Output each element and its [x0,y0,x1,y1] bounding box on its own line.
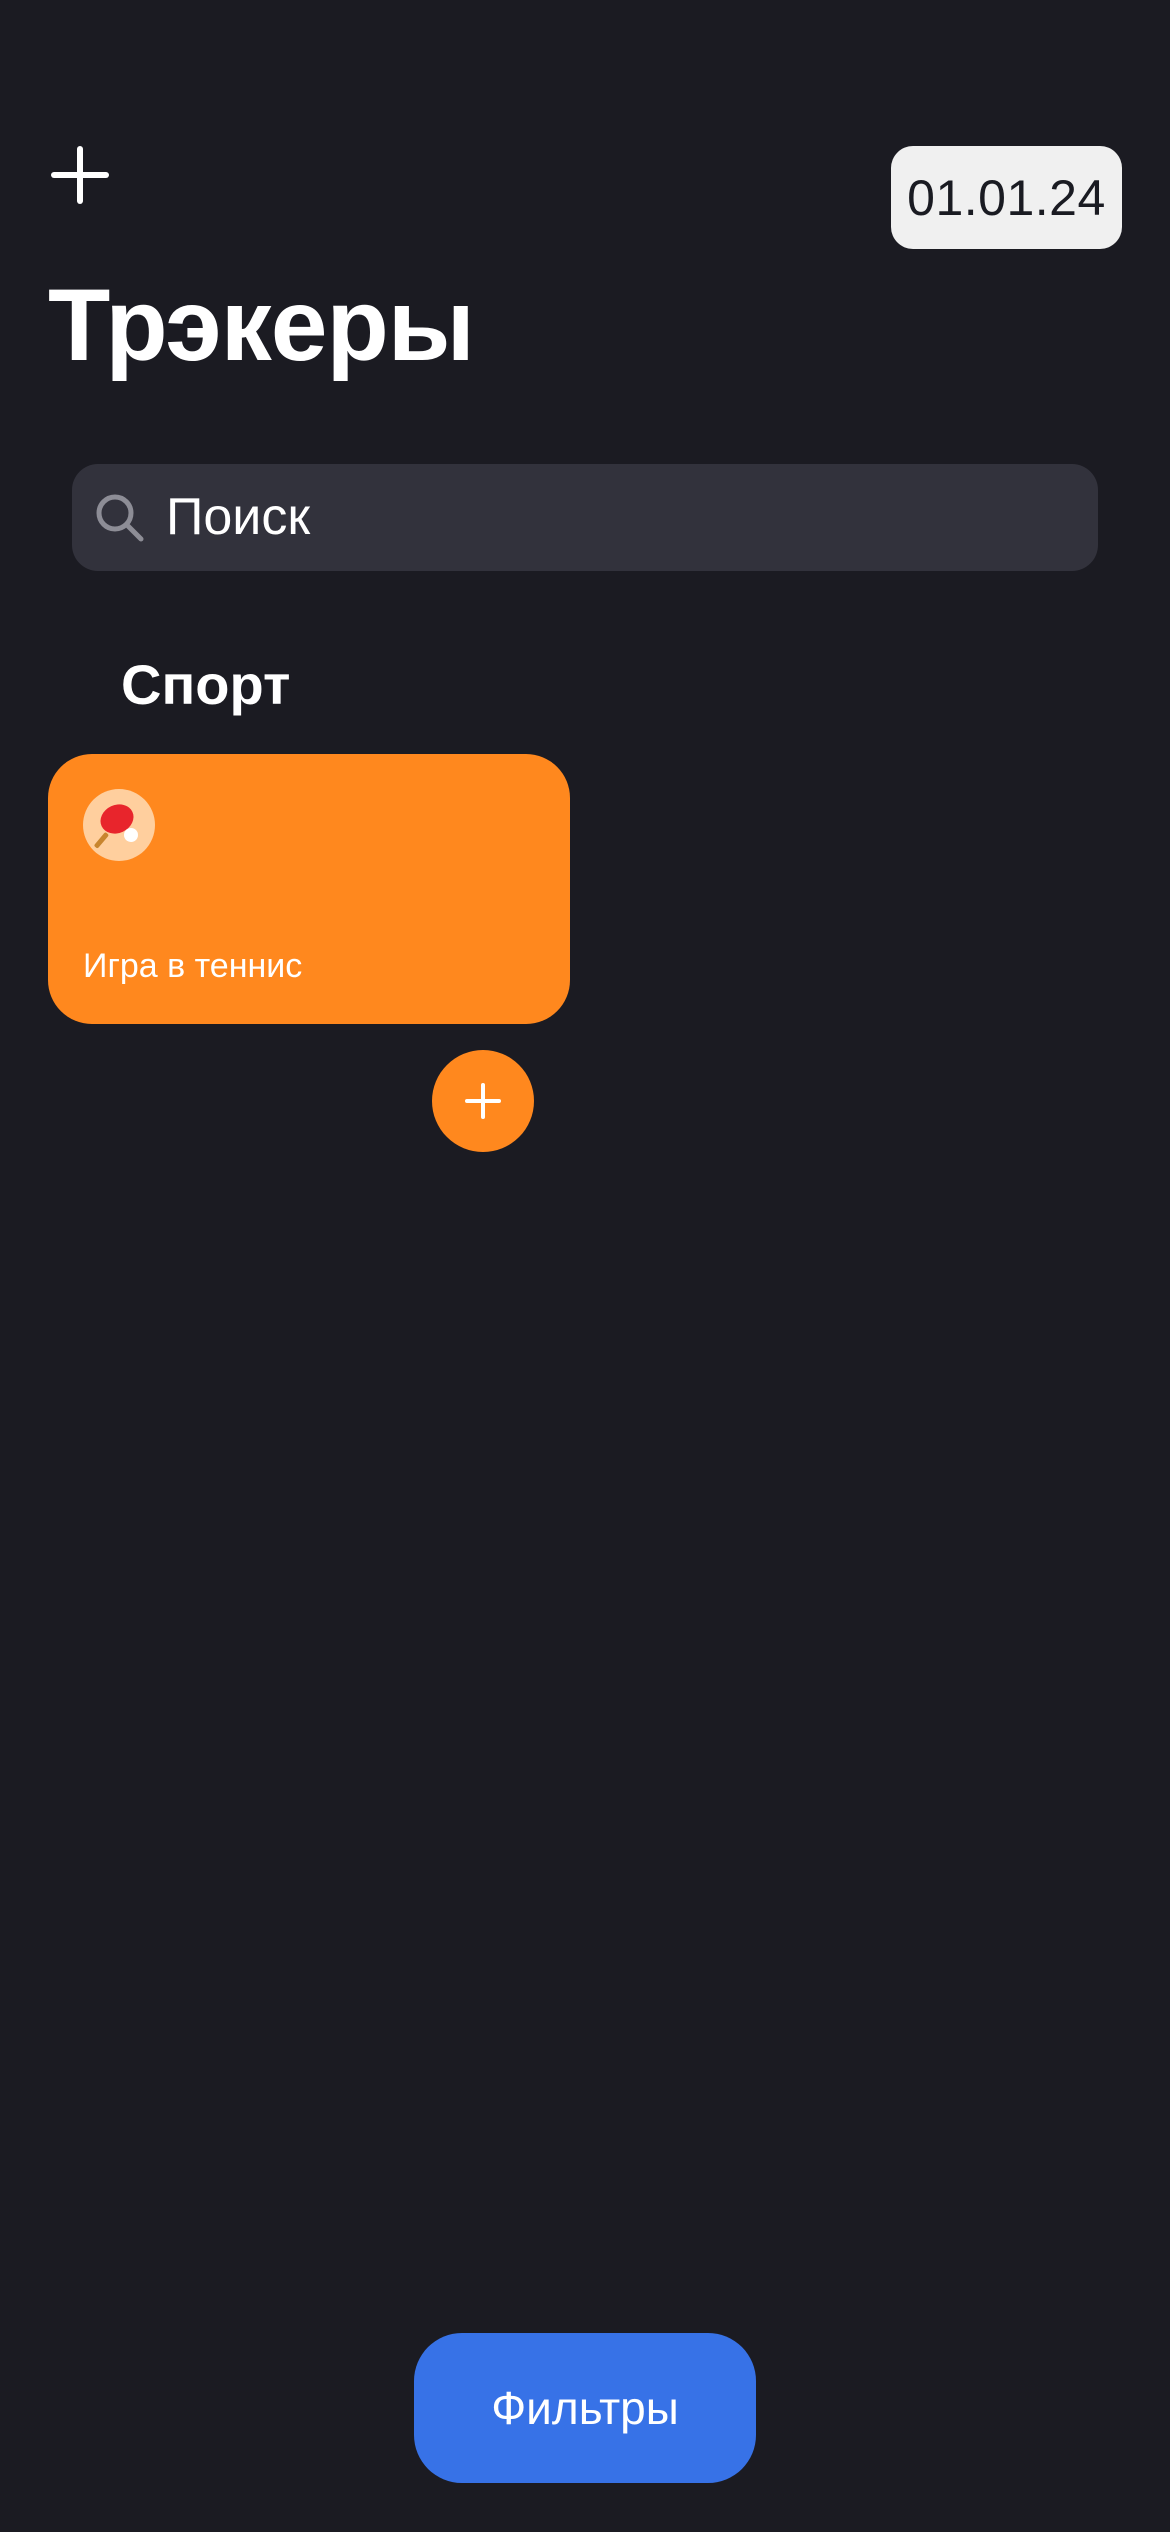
date-picker-button[interactable]: 01.01.24 [891,146,1122,249]
category-title: Спорт [121,653,291,716]
tracker-plus-button[interactable] [432,1050,534,1152]
ping-pong-paddle-icon [94,804,138,849]
date-label: 01.01.24 [907,169,1106,226]
filters-button[interactable]: Фильтры [414,2333,756,2483]
search-placeholder: Поиск [166,488,311,546]
search-input[interactable]: Поиск [72,464,1098,571]
tracker-card[interactable]: Игра в теннис [48,754,570,1024]
tracker-name: Игра в теннис [83,947,303,985]
magnifying-glass-icon [96,494,144,542]
tracker-emoji-badge [83,789,155,861]
page-title: Трэкеры [48,268,475,382]
filters-label: Фильтры [491,2382,679,2434]
plus-icon [51,146,109,204]
plus-icon [465,1083,501,1119]
add-tracker-button[interactable] [50,145,110,205]
